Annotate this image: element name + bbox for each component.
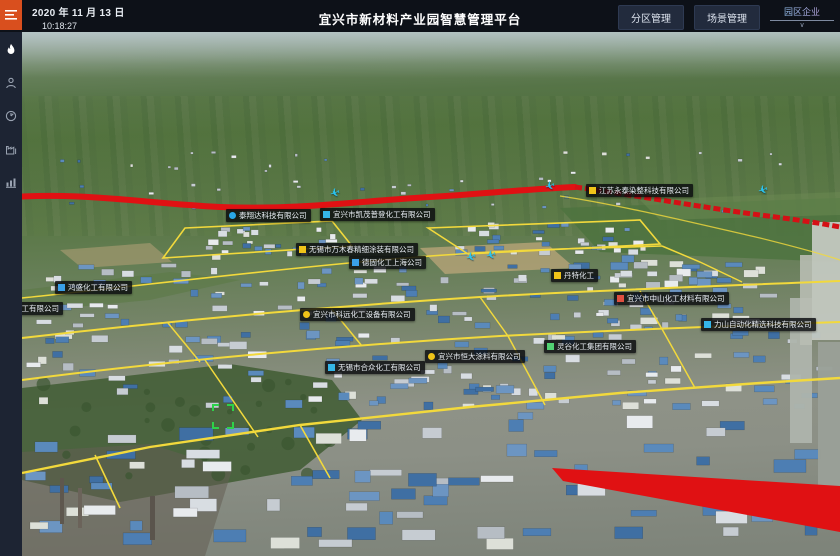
gauge-icon	[5, 110, 17, 122]
company-label[interactable]: 无锡市万木春精细涂装有限公司	[296, 243, 418, 256]
company-marker-icon	[617, 295, 624, 302]
company-label[interactable]: 江苏永泰染整科技有限公司	[586, 184, 693, 197]
sidebar-item-monitoring[interactable]	[3, 108, 19, 124]
chevron-down-icon: ∨	[770, 21, 834, 31]
company-label[interactable]: 无锡市合众化工有限公司	[325, 361, 425, 374]
date-text: 2020 年 11 月 13 日	[32, 4, 125, 19]
company-marker-icon	[704, 321, 711, 328]
datetime-display: 2020 年 11 月 13 日 10:18:27	[32, 4, 125, 31]
company-marker-icon	[229, 212, 236, 219]
company-label[interactable]: 德固化工上海公司	[349, 256, 426, 269]
company-label[interactable]: 力山自动化精选科技有限公司	[701, 318, 816, 331]
company-label-text: 江苏永泰染整科技有限公司	[599, 187, 689, 195]
company-marker-icon	[328, 364, 335, 371]
time-text: 10:18:27	[42, 21, 125, 31]
company-label[interactable]: 丹特化工	[551, 269, 598, 282]
sidebar-item-enterprises[interactable]	[3, 141, 19, 157]
company-marker-icon	[323, 211, 330, 218]
sidebar-item-alarms[interactable]	[3, 42, 19, 58]
company-label[interactable]: 宜兴市恒大涂料有限公司	[425, 350, 525, 363]
map-3d-viewport[interactable]: ✈✈✈✈✈ 泰翔达科技有限公司宜兴市凯茂普登化工有限公司无锡市万木春精细涂装有限…	[0, 0, 840, 556]
company-marker-icon	[554, 272, 561, 279]
company-marker-icon	[589, 187, 596, 194]
enterprise-dropdown-label: 园区企业	[770, 5, 834, 21]
congestion-line-main	[0, 187, 575, 208]
company-label-text: 宜兴市中山化工材料有限公司	[627, 295, 725, 303]
company-label[interactable]: 宜兴市科远化工设备有限公司	[300, 308, 415, 321]
enterprise-dropdown[interactable]: 园区企业 ∨	[770, 5, 834, 31]
factory-icon	[5, 143, 17, 155]
company-marker-icon	[58, 284, 65, 291]
company-label-text: 宜兴市科远化工设备有限公司	[313, 311, 411, 319]
company-label-text: 鸿盛化工有限公司	[68, 284, 128, 292]
sidebar-item-personnel[interactable]	[3, 75, 19, 91]
hamburger-menu-button[interactable]	[0, 0, 22, 30]
bar-chart-icon	[5, 176, 17, 188]
header-actions: 分区管理 场景管理 园区企业 ∨	[618, 5, 834, 31]
top-header-bar: 2020 年 11 月 13 日 10:18:27 宜兴市新材料产业园智慧管理平…	[0, 0, 840, 32]
company-label[interactable]: 宜兴市凯茂普登化工有限公司	[320, 208, 435, 221]
company-label[interactable]: 灵谷化工集团有限公司	[544, 340, 636, 353]
page-title: 宜兴市新材料产业园智慧管理平台	[319, 9, 522, 28]
left-icon-rail	[0, 30, 22, 556]
company-label[interactable]: 宜兴市中山化工材料有限公司	[614, 292, 729, 305]
company-label[interactable]: 鸿盛化工有限公司	[55, 281, 132, 294]
company-marker-icon	[299, 246, 306, 253]
sidebar-item-statistics[interactable]	[3, 174, 19, 190]
hamburger-icon	[5, 10, 17, 20]
company-marker-icon	[352, 259, 359, 266]
company-label[interactable]: 泰翔达科技有限公司	[226, 209, 311, 222]
company-label-text: 丹特化工	[564, 272, 594, 280]
congestion-band-bottom-right	[552, 468, 840, 532]
company-label-text: 宜兴市恒大涂料有限公司	[438, 353, 521, 361]
company-label-text: 德固化工上海公司	[362, 259, 422, 267]
person-icon	[5, 77, 17, 89]
company-marker-icon	[428, 353, 435, 360]
company-label-text: 泰翔达科技有限公司	[239, 212, 307, 220]
map-scene-svg	[0, 0, 840, 556]
smart-park-app: ✈✈✈✈✈ 泰翔达科技有限公司宜兴市凯茂普登化工有限公司无锡市万木春精细涂装有限…	[0, 0, 840, 556]
flame-icon	[5, 44, 17, 57]
company-label-text: 无锡市合众化工有限公司	[338, 364, 421, 372]
company-marker-icon	[303, 311, 310, 318]
zone-management-button[interactable]: 分区管理	[618, 5, 684, 30]
company-label-text: 灵谷化工集团有限公司	[557, 343, 632, 351]
company-label-text: 无锡市万木春精细涂装有限公司	[309, 246, 414, 254]
company-label-text: 力山自动化精选科技有限公司	[714, 321, 812, 329]
scene-management-button[interactable]: 场景管理	[694, 5, 760, 30]
company-label-text: 宜兴市凯茂普登化工有限公司	[333, 211, 431, 219]
company-marker-icon	[547, 343, 554, 350]
